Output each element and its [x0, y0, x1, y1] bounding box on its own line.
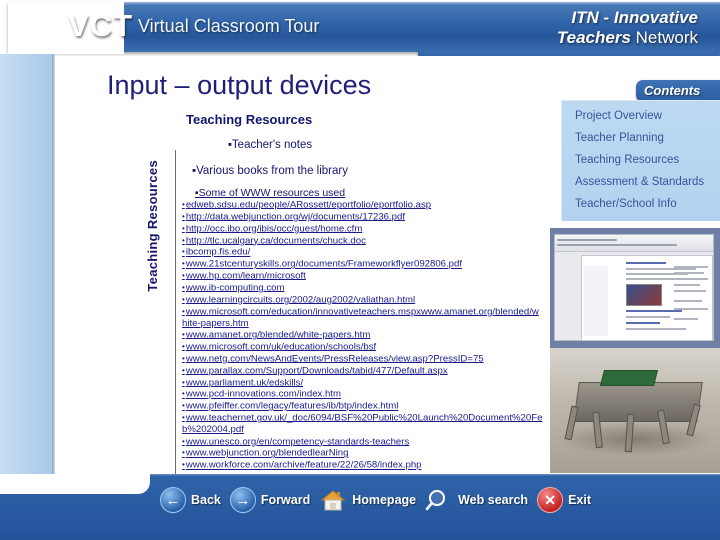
- arrow-right-icon: →: [229, 487, 256, 513]
- slide-canvas: VCT Virtual Classroom Tour ITN - Innovat…: [0, 0, 720, 540]
- resource-link[interactable]: www.parliament.uk/edskills/: [182, 377, 544, 389]
- nav-button-exit[interactable]: ✕ Exit: [537, 487, 591, 513]
- itn-brand-network: Network: [630, 28, 698, 47]
- resource-link[interactable]: www.21stcenturyskills.org/documents/Fram…: [182, 258, 544, 270]
- page-title: Input – output devices: [107, 70, 372, 100]
- resource-link[interactable]: www.workforce.com/archive/feature/22/26/…: [182, 459, 544, 471]
- nav-button-label: Exit: [568, 493, 591, 507]
- contents-item-teacher-school-info[interactable]: Teacher/School Info: [575, 198, 677, 210]
- resource-link[interactable]: www.webjunction.org/blendedlearNing: [182, 447, 544, 459]
- left-rail: [0, 54, 52, 474]
- nav-button-label: Back: [191, 493, 221, 507]
- nav-button-label: Web search: [458, 493, 529, 507]
- browser-page-image: [626, 284, 662, 306]
- bullet-various-books: ▪Various books from the library: [192, 165, 348, 177]
- bullet-www-resources: ▪Some of WWW resources used: [194, 187, 346, 199]
- browser-chrome-graphic: [555, 235, 713, 252]
- resource-link[interactable]: www.teachernet.gov.uk/_doc/6094/BSF%20Pu…: [182, 412, 544, 435]
- bottom-left-notch: [0, 474, 150, 494]
- header-bar: VCT Virtual Classroom Tour ITN - Innovat…: [8, 2, 720, 54]
- house-icon: [319, 488, 347, 512]
- contents-item-project-overview[interactable]: Project Overview: [575, 110, 662, 122]
- contents-item-teacher-planning[interactable]: Teacher Planning: [575, 132, 664, 144]
- resource-link[interactable]: www.unesco.org/en/competency-standards-t…: [182, 436, 544, 448]
- contents-item-assessment-standards[interactable]: Assessment & Standards: [575, 176, 704, 188]
- contents-item-teaching-resources[interactable]: Teaching Resources: [575, 154, 679, 166]
- section-heading: Teaching Resources: [186, 112, 313, 127]
- contents-tab-label: Contents: [644, 83, 701, 98]
- vct-logo-subtitle: Virtual Classroom Tour: [138, 16, 320, 36]
- nav-button-forward[interactable]: → Forward: [229, 487, 311, 513]
- resource-link[interactable]: www.pcd-innovations.com/index.htm: [182, 388, 544, 400]
- nav-button-label: Forward: [260, 493, 311, 507]
- vertical-divider: [175, 150, 176, 480]
- resource-link[interactable]: www.learningcircuits.org/2002/aug2002/va…: [182, 294, 544, 306]
- resource-link[interactable]: www.hp.com/learn/microsoft: [182, 270, 544, 282]
- resource-link[interactable]: ibcomp.fis.edu/: [182, 246, 544, 258]
- resource-link[interactable]: http://tlc.ucalgary.ca/documents/chuck.d…: [182, 235, 544, 247]
- resource-link[interactable]: www.microsoft.com/education/innovativete…: [182, 306, 544, 329]
- itn-brand-teachers: Teachers: [556, 28, 631, 47]
- itn-brand-line1: ITN - Innovative: [571, 8, 698, 27]
- vertical-section-label: Teaching Resources: [145, 160, 160, 292]
- arrow-left-icon: ←: [160, 487, 186, 513]
- resource-link[interactable]: www.amanet.org/blended/white-papers.htm: [182, 329, 544, 341]
- resource-link[interactable]: www.netg.com/NewsAndEvents/PressReleases…: [182, 353, 544, 365]
- nav-button-label: Homepage: [352, 493, 417, 507]
- nav-button-web-search[interactable]: Web search: [425, 488, 528, 512]
- resource-link[interactable]: http://occ.ibo.org/ibis/occ/guest/home.c…: [182, 223, 544, 235]
- itn-brand-line2: Teachers Network: [557, 28, 698, 48]
- browser-page-graphic: [581, 255, 713, 341]
- navigation-buttons: ← Back → Forward Homepage Web search ✕ Exit: [160, 485, 591, 515]
- nav-button-back[interactable]: ← Back: [160, 487, 221, 513]
- robot-circuit-board: [600, 370, 658, 386]
- resource-url-list: edweb.sdsu.edu/people/ARossett/eportfoli…: [182, 199, 544, 471]
- browser-sidebar-graphic: [584, 266, 608, 336]
- close-x-icon: ✕: [537, 487, 564, 513]
- contents-tab[interactable]: Contents: [636, 80, 720, 102]
- magnifier-icon: [425, 488, 453, 512]
- resource-link[interactable]: www.ib-computing.com: [182, 282, 544, 294]
- contents-panel: Project Overview Teacher Planning Teachi…: [561, 100, 720, 221]
- resource-link[interactable]: www.pfeiffer.com/legacy/features/ib/btp/…: [182, 400, 544, 412]
- robot-photo-thumbnail: [550, 348, 720, 473]
- bottom-navigation-bar: ← Back → Forward Homepage Web search ✕ Exit: [0, 474, 720, 540]
- browser-screenshot-thumbnail: [550, 228, 720, 348]
- nav-button-homepage[interactable]: Homepage: [319, 488, 416, 512]
- resource-link[interactable]: www.microsoft.com/uk/education/schools/b…: [182, 341, 544, 353]
- browser-window-graphic: [554, 234, 714, 341]
- bullet-teachers-notes: ▪Teacher's notes: [227, 139, 313, 151]
- resource-link[interactable]: http://data.webjunction.org/wj/documents…: [182, 211, 544, 223]
- resource-link[interactable]: www.parallax.com/Support/Downloads/tabid…: [182, 365, 544, 377]
- vct-logo-text: VCT: [68, 8, 133, 43]
- header-band: VCT Virtual Classroom Tour ITN - Innovat…: [0, 0, 720, 64]
- resource-link[interactable]: edweb.sdsu.edu/people/ARossett/eportfoli…: [182, 199, 544, 211]
